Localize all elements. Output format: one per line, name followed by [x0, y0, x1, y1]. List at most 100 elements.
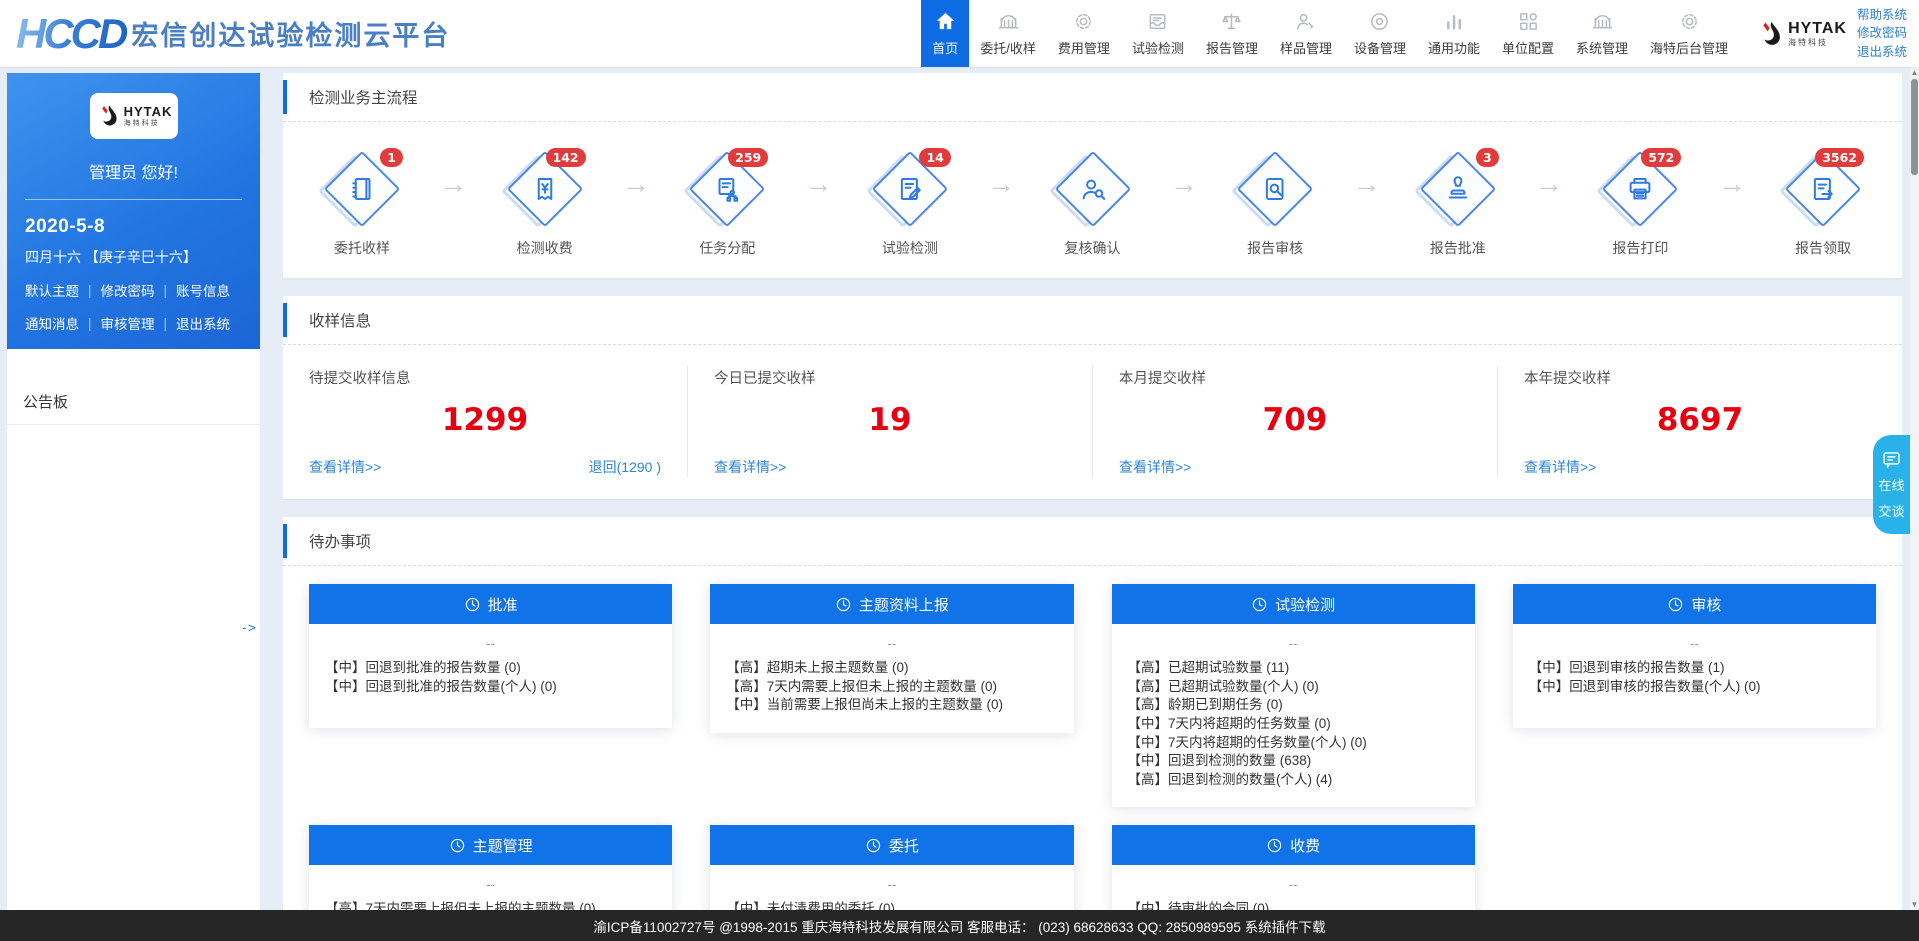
- nav-item-sample[interactable]: 样品管理: [1269, 0, 1343, 67]
- clock-icon: [449, 837, 466, 854]
- scrollbar-thumb[interactable]: [1911, 79, 1918, 175]
- nav-label: 通用功能: [1428, 38, 1480, 57]
- quick-link-0[interactable]: 帮助系统: [1857, 6, 1907, 24]
- sidebar-link-修改密码[interactable]: 修改密码: [101, 280, 155, 300]
- samples-panel-title: 收样信息: [283, 296, 1902, 345]
- todo-item[interactable]: 【中】待审批的合同 (0): [1128, 900, 1459, 910]
- todo-item[interactable]: 【中】回退到批准的报告数量(个人) (0): [325, 678, 656, 697]
- stat-今日已提交收样: 今日已提交收样19查看详情>>: [687, 365, 1092, 477]
- todo-item[interactable]: 【高】已超期试验数量 (11): [1128, 659, 1459, 678]
- nav-item-entrust[interactable]: 委托/收样: [969, 0, 1047, 67]
- flow-step-报告批准[interactable]: 3报告批准: [1415, 152, 1501, 258]
- hytak-logo-icon: [1755, 19, 1785, 49]
- nav-label: 报告管理: [1206, 38, 1258, 57]
- view-details-link[interactable]: 查看详情>>: [309, 457, 381, 477]
- nav-item-unit[interactable]: 单位配置: [1491, 0, 1565, 67]
- stat-待提交收样信息: 待提交收样信息1299查看详情>>退回(1290 ): [283, 365, 687, 477]
- todo-card-审核[interactable]: 审核--【中】回退到审核的报告数量 (1)【中】回退到审核的报告数量(个人) (…: [1513, 584, 1876, 728]
- nav-item-home[interactable]: 首页: [921, 0, 969, 67]
- scroll-down-icon[interactable]: ▼: [1910, 900, 1919, 909]
- view-details-link[interactable]: 查看详情>>: [714, 457, 786, 477]
- nav-item-test[interactable]: 试验检测: [1121, 0, 1195, 67]
- sidebar-user-panel: HYTAK 海特科技 管理员 您好! 2020-5-8 四月十六 【庚子辛巳十六…: [7, 73, 260, 349]
- todo-card-主题管理[interactable]: 主题管理--【高】7天内需要上报但未上报的主题数量 (0)【中】当前需要上报但尚…: [309, 825, 672, 910]
- card-header: 主题管理: [309, 825, 672, 865]
- sidebar-link-退出系统[interactable]: 退出系统: [176, 313, 230, 333]
- todo-item[interactable]: 【高】回退到检测的数量(个人) (4): [1128, 771, 1459, 790]
- todo-item[interactable]: 【中】回退到审核的报告数量 (1): [1529, 659, 1860, 678]
- clock-icon: [865, 837, 882, 854]
- returned-link[interactable]: 退回(1290 ): [589, 457, 661, 477]
- stat-value: 709: [1119, 402, 1471, 438]
- flow-step-label: 试验检测: [882, 238, 938, 258]
- sidebar-link-通知消息[interactable]: 通知消息: [25, 313, 79, 333]
- todo-item[interactable]: 【中】回退到审核的报告数量(个人) (0): [1529, 678, 1860, 697]
- scroll-up-icon[interactable]: ▲: [1910, 68, 1919, 77]
- nav-item-fee[interactable]: 费用管理: [1047, 0, 1121, 67]
- flow-step-报告审核[interactable]: 报告审核: [1232, 152, 1318, 258]
- view-details-link[interactable]: 查看详情>>: [1524, 457, 1596, 477]
- count-badge: 1: [380, 148, 403, 167]
- nav-item-device[interactable]: 设备管理: [1343, 0, 1417, 67]
- todo-item[interactable]: 【中】7天内将超期的任务数量 (0): [1128, 715, 1459, 734]
- todo-card-委托[interactable]: 委托--【中】未付清费用的委托 (0)【中】7天内将超期但未付清费用的委托 (0…: [710, 825, 1073, 910]
- flow-step-委托收样[interactable]: 1委托收样: [319, 152, 405, 258]
- card-title: 试验检测: [1275, 594, 1335, 615]
- todo-card-主题资料上报[interactable]: 主题资料上报 -- 【高】超期未上报主题数量 (0)【高】7天内需要上报但未上报的主…: [710, 584, 1073, 733]
- todo-item[interactable]: 【高】已超期试验数量(个人) (0): [1128, 678, 1459, 697]
- card-placeholder: --: [726, 636, 1057, 651]
- todo-item[interactable]: 【中】回退到检测的数量 (638): [1128, 752, 1459, 771]
- flow-step-任务分配[interactable]: 259任务分配: [684, 152, 770, 258]
- todo-item[interactable]: 【高】龄期已到期任务 (0): [1128, 696, 1459, 715]
- sidebar-link-默认主题[interactable]: 默认主题: [25, 280, 79, 300]
- nav-item-report[interactable]: 报告管理: [1195, 0, 1269, 67]
- brand-subtitle: 海特科技: [1788, 39, 1847, 47]
- card-title: 收费: [1290, 835, 1320, 856]
- flow-step-报告领取[interactable]: 3562报告领取: [1780, 152, 1866, 258]
- sidebar-link-审核管理[interactable]: 审核管理: [101, 313, 155, 333]
- flow-step-检测收费[interactable]: 142检测收费: [502, 152, 588, 258]
- quick-link-2[interactable]: 退出系统: [1857, 43, 1907, 61]
- flow-arrow-icon: →: [1136, 170, 1233, 198]
- sidebar-collapse-handle[interactable]: ->: [240, 621, 256, 636]
- card-placeholder: --: [1128, 636, 1459, 651]
- app: { "header": { "logo_text": "HCCD", "titl…: [0, 0, 1919, 941]
- nav-item-common[interactable]: 通用功能: [1417, 0, 1491, 67]
- card-header: 主题资料上报: [710, 584, 1073, 624]
- brand-name: HYTAK: [1788, 21, 1847, 37]
- flow-step-复核确认[interactable]: 复核确认: [1050, 152, 1136, 258]
- flow-step-label: 报告审核: [1247, 238, 1303, 258]
- todo-card-批准[interactable]: 批准--【中】回退到批准的报告数量 (0)【中】回退到批准的报告数量(个人) (…: [309, 584, 672, 728]
- stat-value: 19: [714, 402, 1066, 438]
- todo-card-试验检测[interactable]: 试验检测--【高】已超期试验数量 (11)【高】已超期试验数量(个人) (0)【…: [1112, 584, 1475, 807]
- todo-item[interactable]: 【中】当前需要上报但尚未上报的主题数量 (0): [726, 696, 1057, 715]
- flow-arrow-icon: →: [405, 170, 502, 198]
- count-badge: 142: [546, 148, 586, 167]
- diamond-shape: 3: [1425, 156, 1491, 222]
- todo-item[interactable]: 【中】回退到批准的报告数量 (0): [325, 659, 656, 678]
- online-chat-widget[interactable]: 在线 交谈: [1873, 435, 1910, 534]
- todo-item[interactable]: 【中】7天内将超期的任务数量(个人) (0): [1128, 734, 1459, 753]
- todo-item[interactable]: 【高】超期未上报主题数量 (0): [726, 659, 1057, 678]
- diamond-shape: [1242, 156, 1308, 222]
- flow-step-报告打印[interactable]: 572报告打印: [1597, 152, 1683, 258]
- flow-arrow-icon: →: [1683, 170, 1780, 198]
- quick-link-1[interactable]: 修改密码: [1857, 24, 1907, 42]
- count-badge: 14: [919, 148, 950, 167]
- sidebar-link-账号信息[interactable]: 账号信息: [176, 280, 230, 300]
- flow-step-试验检测[interactable]: 14试验检测: [867, 152, 953, 258]
- nav-item-system[interactable]: 系统管理: [1565, 0, 1639, 67]
- nav-item-hytak-admin[interactable]: 海特后台管理: [1639, 0, 1739, 67]
- clock-icon: [1251, 596, 1268, 613]
- todo-item[interactable]: 【高】7天内需要上报但未上报的主题数量 (0): [726, 678, 1057, 697]
- stat-value: 8697: [1524, 402, 1876, 438]
- scrollbar[interactable]: ▲ ▼: [1910, 67, 1919, 910]
- view-details-link[interactable]: 查看详情>>: [1119, 457, 1191, 477]
- todo-item[interactable]: 【中】未付清费用的委托 (0): [726, 900, 1057, 910]
- card-title: 批准: [488, 594, 518, 615]
- stat-label: 本月提交收样: [1119, 367, 1471, 388]
- todo-item[interactable]: 【高】7天内需要上报但未上报的主题数量 (0): [325, 900, 656, 910]
- card-title: 审核: [1691, 594, 1721, 615]
- todo-card-收费[interactable]: 收费--【中】待审批的合同 (0): [1112, 825, 1475, 910]
- flow-step-label: 任务分配: [699, 238, 755, 258]
